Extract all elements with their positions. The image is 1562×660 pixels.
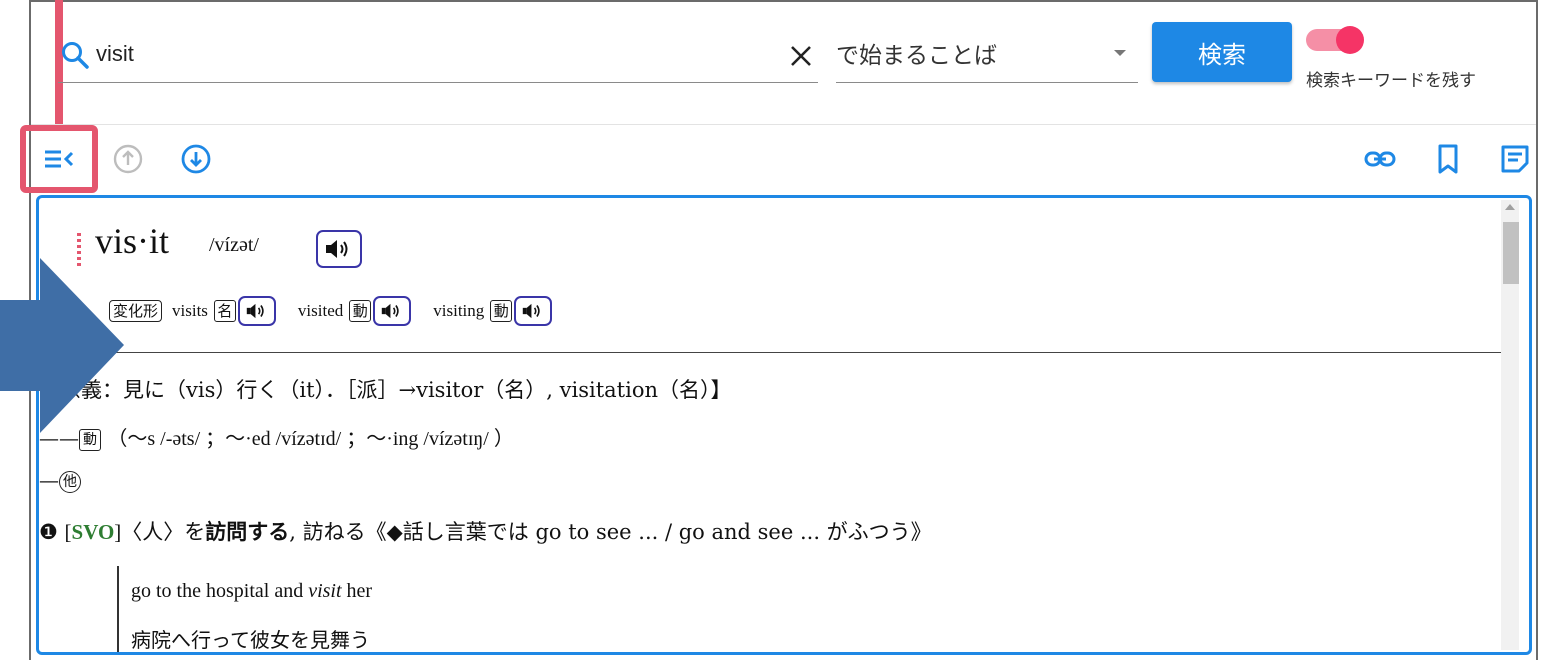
inflection-word: visiting (433, 301, 485, 320)
transitive-line: — 他 (39, 468, 81, 493)
arrow-down-circle-icon[interactable] (179, 142, 213, 176)
speaker-icon (523, 303, 540, 319)
scroll-up-arrow[interactable] (1505, 204, 1515, 210)
pos-label: 動 (349, 300, 372, 322)
search-mode-underline (836, 82, 1138, 83)
keep-keyword-label: 検索キーワードを残す (1306, 71, 1476, 91)
search-button[interactable]: 検索 (1152, 22, 1292, 82)
speaker-icon (382, 303, 399, 319)
headword: vis·it (95, 221, 170, 261)
play-sound-button[interactable] (514, 296, 553, 326)
entry-separator (39, 352, 1501, 353)
example-bar (117, 566, 119, 652)
play-sound-button[interactable] (373, 296, 412, 326)
annotation-highlight-box (20, 125, 98, 193)
play-sound-button[interactable] (237, 296, 276, 326)
pattern-open: [ (64, 520, 72, 544)
note-icon[interactable] (1498, 142, 1532, 176)
inflection-word: visited (297, 301, 344, 320)
toggle-knob (1336, 26, 1364, 54)
inflection-word: visits (172, 301, 208, 320)
search-input-underline (58, 82, 818, 83)
example-english: go to the hospital and visit her (131, 580, 372, 603)
chevron-down-icon (1114, 50, 1126, 56)
speaker-icon (326, 240, 348, 258)
play-sound-button[interactable] (316, 230, 362, 268)
inflection-row: 変化形 visits 名 visited 動 visiting 動 (109, 294, 553, 328)
transitive-mark: 他 (59, 470, 81, 493)
sense-rest: , 訪ねる《◆話し言葉では go to see ... / go and see… (289, 520, 932, 544)
etymology: 【原義：見に（vis）行く（it）．［派］→visitor（名）, visita… (39, 378, 732, 402)
example-japanese: 病院へ行って彼女を見舞う (131, 628, 370, 652)
pos-label: 動 (490, 300, 513, 322)
arrow-up-circle-icon[interactable] (111, 142, 145, 176)
sense-meaning: 訪問する (205, 520, 290, 544)
link-icon[interactable] (1363, 142, 1397, 176)
example-emphasis: visit (308, 580, 342, 602)
search-mode-value: で始まることば (836, 43, 997, 69)
sense-object: 〈人〉を (121, 520, 206, 544)
sense-pattern: SVO (71, 520, 115, 544)
header-divider (31, 124, 1536, 125)
search-icon (62, 42, 89, 69)
sense-number: ❶ (39, 520, 58, 544)
speaker-icon (246, 303, 264, 319)
keep-keyword-toggle[interactable] (1306, 26, 1364, 54)
close-icon[interactable] (788, 43, 814, 69)
example-pre: go to the hospital and (131, 580, 309, 602)
search-input[interactable] (96, 38, 800, 70)
bookmark-icon[interactable] (1431, 142, 1465, 176)
scrollbar[interactable] (1501, 200, 1519, 650)
annotation-arrow-icon (0, 258, 124, 433)
verb-forms: （〜s /-əts/ ；〜·ed /vízətɪd/ ；〜·ing /vízət… (107, 428, 514, 450)
example-post: her (341, 580, 373, 602)
sense-line: ❶ [SVO]〈人〉を訪問する, 訪ねる《◆話し言葉では go to see .… (39, 516, 932, 546)
search-mode-select[interactable]: で始まることば (836, 30, 1138, 82)
transitive-prefix: — (39, 468, 59, 492)
pronunciation: /vízət/ (209, 234, 259, 256)
scrollbar-thumb[interactable] (1503, 222, 1519, 284)
pos-label: 名 (213, 300, 236, 322)
dictionary-entry-panel[interactable]: vis·it /vízət/ 変化形 visits 名 visited 動 vi… (36, 195, 1532, 655)
